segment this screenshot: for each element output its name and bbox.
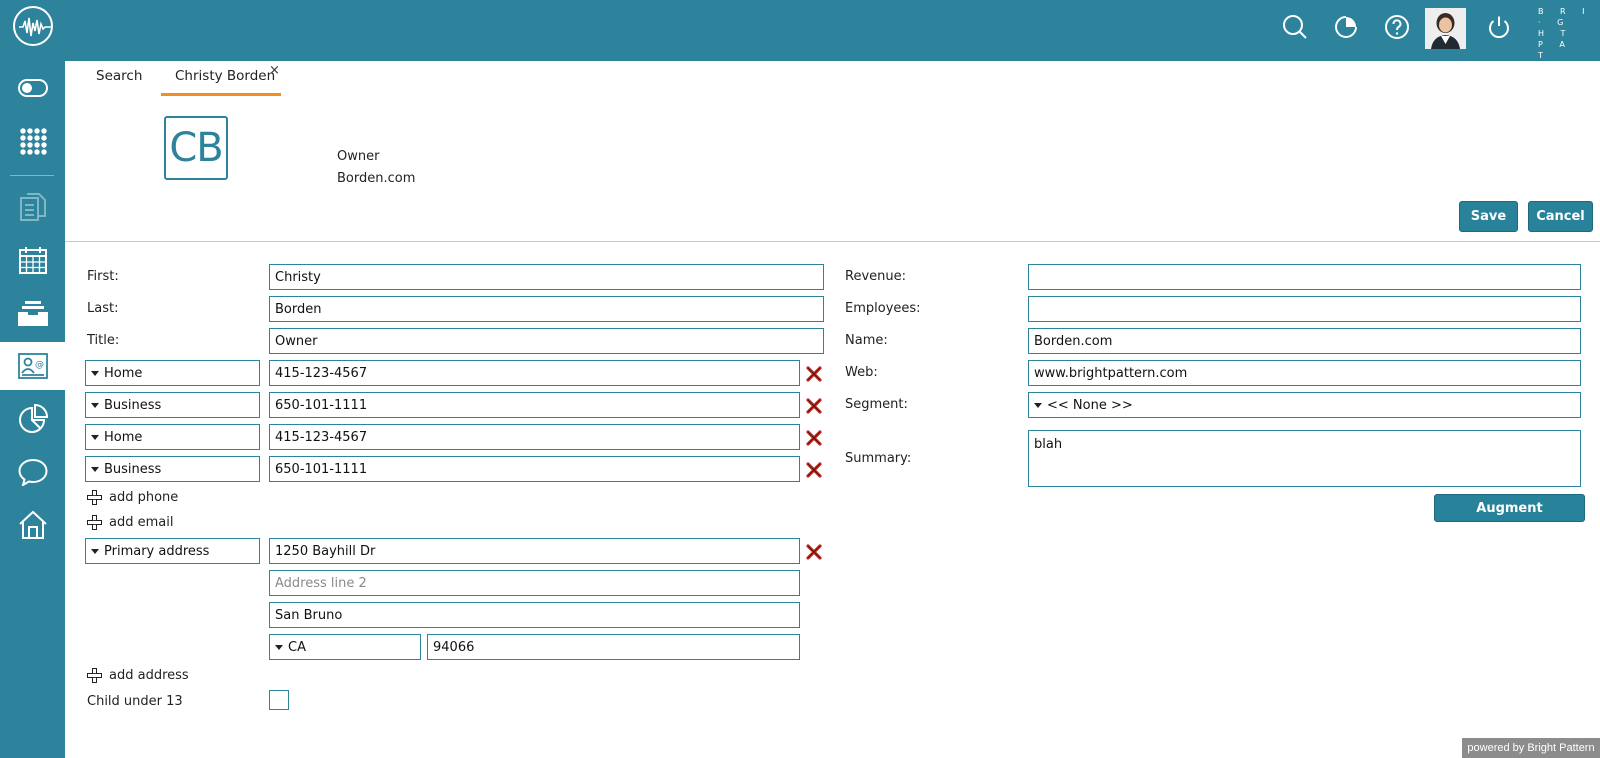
first-name-input[interactable]: Christy	[269, 264, 824, 290]
app-logo-icon[interactable]	[13, 6, 53, 46]
last-label: Last:	[87, 301, 119, 316]
child-under-13-checkbox[interactable]	[269, 690, 289, 710]
contact-initials-avatar: CB	[164, 116, 228, 180]
phone-input-4[interactable]: 650-101-1111	[269, 456, 800, 482]
zip-input[interactable]: 94066	[427, 634, 800, 660]
child-under-13-label: Child under 13	[87, 694, 183, 709]
plus-icon	[87, 668, 102, 683]
inbox-icon[interactable]	[0, 289, 65, 337]
employees-input[interactable]	[1028, 296, 1581, 322]
dialpad-icon[interactable]	[0, 117, 65, 165]
cancel-button[interactable]: Cancel	[1528, 201, 1593, 232]
contact-header-company: Borden.com	[337, 171, 416, 186]
augment-button[interactable]: Augment	[1434, 494, 1585, 522]
revenue-label: Revenue:	[845, 269, 906, 284]
help-icon[interactable]	[1384, 14, 1410, 40]
name-label: Name:	[845, 333, 888, 348]
phone-type-select-3[interactable]: Home	[85, 424, 260, 450]
svg-text:@: @	[35, 360, 44, 370]
chevron-down-icon	[91, 435, 99, 440]
address-type-select[interactable]: Primary address	[85, 538, 260, 564]
segment-select[interactable]: << None >>	[1028, 392, 1581, 418]
add-email-button[interactable]: add email	[87, 515, 173, 530]
employees-label: Employees:	[845, 301, 921, 316]
chevron-down-icon	[91, 403, 99, 408]
contact-header-title: Owner	[337, 149, 380, 164]
phone-type-select-1[interactable]: Home	[85, 360, 260, 386]
delete-phone-icon-4[interactable]	[806, 462, 822, 478]
calendar-icon[interactable]	[0, 236, 65, 284]
active-tab-indicator	[161, 93, 281, 96]
chevron-down-icon	[1034, 403, 1042, 408]
plus-icon	[87, 490, 102, 505]
brand-logo: B R I · G H T P A T T E R N	[1538, 7, 1592, 93]
plus-icon	[87, 515, 102, 530]
phone-type-select-2[interactable]: Business	[85, 392, 260, 418]
delete-phone-icon-2[interactable]	[806, 398, 822, 414]
user-avatar[interactable]	[1425, 8, 1466, 49]
tab-search[interactable]: Search	[96, 68, 142, 84]
chevron-down-icon	[91, 371, 99, 376]
web-label: Web:	[845, 365, 878, 380]
save-button[interactable]: Save	[1459, 201, 1518, 232]
dashboard-icon[interactable]	[1333, 14, 1359, 40]
address-line2-input[interactable]: Address line 2	[269, 570, 800, 596]
tab-close-icon[interactable]: ×	[269, 63, 280, 78]
home-icon[interactable]	[0, 501, 65, 549]
chat-icon[interactable]	[0, 448, 65, 496]
chevron-down-icon	[275, 645, 283, 650]
header-divider	[65, 241, 1600, 242]
delete-phone-icon-3[interactable]	[806, 430, 822, 446]
city-input[interactable]: San Bruno	[269, 602, 800, 628]
title-label: Title:	[87, 333, 120, 348]
web-input[interactable]: www.brightpattern.com	[1028, 360, 1581, 386]
documents-icon[interactable]	[0, 183, 65, 231]
summary-label: Summary:	[845, 451, 912, 466]
chevron-down-icon	[91, 467, 99, 472]
state-select[interactable]: CA	[269, 634, 421, 660]
powered-by-footer: powered by Bright Pattern	[1462, 738, 1600, 758]
phone-input-2[interactable]: 650-101-1111	[269, 392, 800, 418]
last-name-input[interactable]: Borden	[269, 296, 824, 322]
phone-input-3[interactable]: 415-123-4567	[269, 424, 800, 450]
phone-input-1[interactable]: 415-123-4567	[269, 360, 800, 386]
revenue-input[interactable]	[1028, 264, 1581, 290]
power-icon[interactable]	[1486, 14, 1512, 40]
chevron-down-icon	[91, 549, 99, 554]
status-toggle-icon[interactable]	[0, 64, 65, 112]
reports-icon[interactable]	[0, 395, 65, 443]
search-icon[interactable]	[1282, 14, 1308, 40]
title-input[interactable]: Owner	[269, 328, 824, 354]
delete-phone-icon-1[interactable]	[806, 366, 822, 382]
left-nav: @	[0, 61, 65, 758]
phone-type-select-4[interactable]: Business	[85, 456, 260, 482]
tab-contact[interactable]: Christy Borden	[175, 68, 275, 84]
delete-address-icon[interactable]	[806, 544, 822, 560]
add-phone-button[interactable]: add phone	[87, 490, 178, 505]
address-line1-input[interactable]: 1250 Bayhill Dr	[269, 538, 800, 564]
contacts-icon[interactable]: @	[0, 342, 65, 390]
company-name-input[interactable]: Borden.com	[1028, 328, 1581, 354]
segment-label: Segment:	[845, 397, 908, 412]
first-label: First:	[87, 269, 119, 284]
top-bar: B R I · G H T P A T T E R N	[0, 0, 1600, 93]
summary-textarea[interactable]: blah	[1028, 430, 1581, 487]
add-address-button[interactable]: add address	[87, 668, 189, 683]
